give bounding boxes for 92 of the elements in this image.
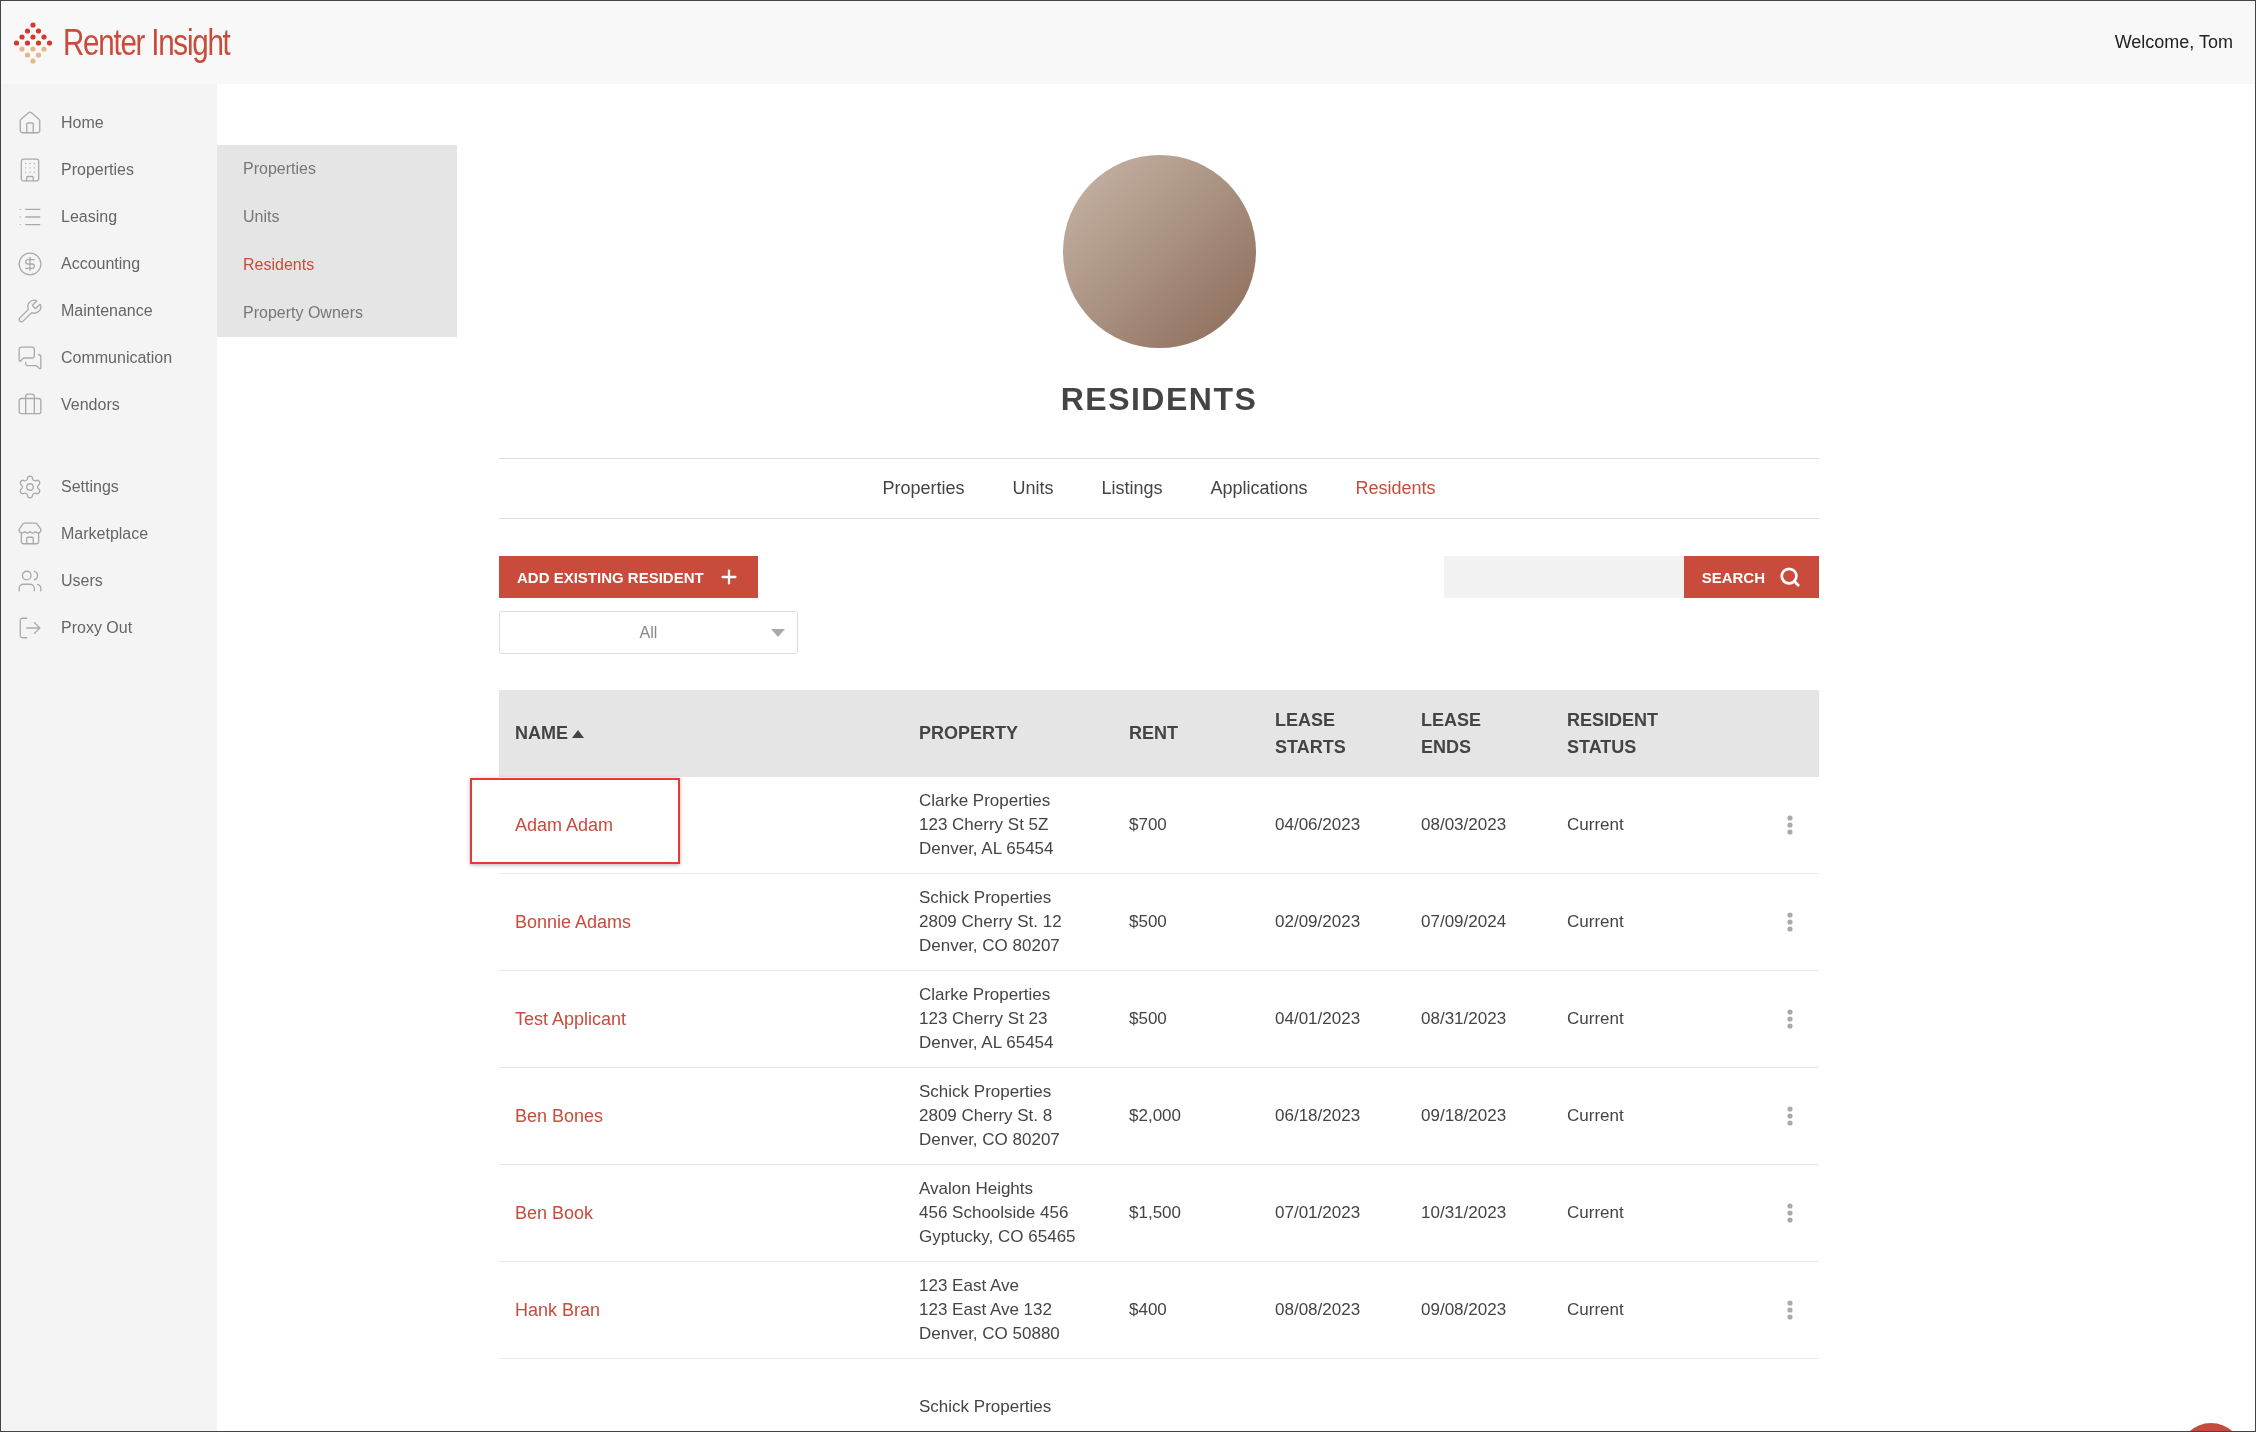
rent-cell-text: $400 bbox=[1129, 1298, 1168, 1321]
kebab-icon bbox=[1787, 1009, 1793, 1029]
status-cell-text: Current bbox=[1567, 1298, 1625, 1321]
sidebar-item[interactable]: Accounting bbox=[1, 240, 217, 287]
submenu-item[interactable]: Units bbox=[217, 193, 457, 241]
status-cell-text: Current bbox=[1567, 1007, 1625, 1030]
kebab-icon bbox=[1787, 815, 1793, 835]
lease-end-cell-text: 09/08/2023 bbox=[1421, 1298, 1508, 1321]
tab[interactable]: Listings bbox=[1101, 478, 1163, 499]
search-field[interactable] bbox=[1443, 556, 1684, 598]
property-cell-text: Schick Properties 2809 Cherry St. 12 Denver, CO 80207 bbox=[919, 886, 1063, 958]
property-cell-text: 123 East Ave 123 East Ave 132 Denver, CO 50880 bbox=[919, 1274, 1061, 1346]
sidebar-item[interactable]: Marketplace bbox=[1, 510, 217, 557]
lease-start-cell-text: 08/08/2023 bbox=[1275, 1298, 1362, 1321]
property-cell-text: Schick Properties 2809 Cherry St. 8 Denver, CO 80207 bbox=[919, 1080, 1061, 1152]
sidebar-item[interactable]: Leasing bbox=[1, 193, 217, 240]
column-header: PROPERTY bbox=[919, 722, 1020, 745]
rent-cell-text: $700 bbox=[1129, 813, 1168, 836]
logo-icon bbox=[13, 20, 53, 65]
column-header[interactable]: NAME bbox=[499, 720, 919, 747]
caret-icon bbox=[771, 629, 785, 637]
rent-cell-text: $1,500 bbox=[1129, 1201, 1182, 1224]
search-button[interactable]: SEARCH bbox=[1683, 556, 1819, 598]
resident-name-link[interactable]: Adam Adam bbox=[515, 814, 614, 836]
kebab-icon bbox=[1787, 912, 1793, 932]
lease-end-cell-text: 08/31/2023 bbox=[1421, 1007, 1508, 1030]
sidebar-item[interactable]: Home bbox=[1, 99, 217, 146]
home-icon bbox=[17, 109, 43, 136]
lease-start-cell-text: 06/18/2023 bbox=[1275, 1104, 1362, 1127]
add-resident-button[interactable]: ADD EXISTING RESIDENT bbox=[499, 556, 758, 598]
lease-end-cell-text: 10/31/2023 bbox=[1421, 1201, 1508, 1224]
kebab-icon bbox=[1787, 1106, 1793, 1126]
lease-start-cell-text: 04/01/2023 bbox=[1275, 1007, 1362, 1030]
gear-icon bbox=[17, 473, 43, 500]
property-cell-text: Clarke Properties 123 Cherry St 23 Denver, AL 65454 bbox=[919, 983, 1055, 1055]
chat-icon bbox=[17, 344, 43, 371]
resident-name-link[interactable]: Hank Bran bbox=[515, 1299, 601, 1321]
tab[interactable]: Residents bbox=[1355, 478, 1436, 499]
property-cell-text: Clarke Properties 123 Cherry St 5Z Denver, AL 65454 bbox=[919, 789, 1055, 861]
tab[interactable]: Units bbox=[1012, 478, 1054, 499]
sidebar-item[interactable]: Properties bbox=[1, 146, 217, 193]
page-title: RESIDENTS bbox=[1059, 381, 1259, 418]
sidebar-item[interactable]: Communication bbox=[1, 334, 217, 381]
lease-start-cell-text: 02/09/2023 bbox=[1275, 910, 1362, 933]
dollar-icon bbox=[17, 250, 43, 277]
status-cell-text: Current bbox=[1567, 1104, 1625, 1127]
more-options-button[interactable] bbox=[1787, 815, 1793, 835]
logo-text: Renter Insight bbox=[63, 21, 230, 64]
kebab-icon bbox=[1787, 1203, 1793, 1223]
resident-name-link[interactable]: Ben Book bbox=[515, 1202, 594, 1224]
sidebar-item[interactable]: Users bbox=[1, 557, 217, 604]
kebab-icon bbox=[1787, 1300, 1793, 1320]
column-header: RENT bbox=[1129, 722, 1179, 745]
sort-caret-icon bbox=[572, 729, 584, 738]
more-options-button[interactable] bbox=[1787, 1009, 1793, 1029]
column-header: RESIDENT STATUS bbox=[1567, 708, 1659, 759]
column-header: LEASE ENDS bbox=[1421, 708, 1482, 759]
more-options-button[interactable] bbox=[1787, 912, 1793, 932]
more-options-button[interactable] bbox=[1787, 1300, 1793, 1320]
rent-cell-text: $500 bbox=[1129, 1007, 1168, 1030]
resident-name-link[interactable]: Test Applicant bbox=[515, 1008, 627, 1030]
more-options-button[interactable] bbox=[1787, 1106, 1793, 1126]
lease-start-cell-text: 04/06/2023 bbox=[1275, 813, 1362, 836]
lease-end-cell-text: 08/03/2023 bbox=[1421, 813, 1508, 836]
sidebar-item[interactable]: Settings bbox=[1, 463, 217, 510]
sidebar-item[interactable]: Proxy Out bbox=[1, 604, 217, 651]
sidebar-item[interactable]: Vendors bbox=[1, 381, 217, 428]
filter-dropdown[interactable]: All bbox=[499, 611, 798, 654]
welcome-text: Welcome, Tom bbox=[2114, 32, 2233, 53]
rent-cell-text: $500 bbox=[1129, 910, 1168, 933]
lease-start-cell-text: 07/01/2023 bbox=[1275, 1201, 1362, 1224]
rent-cell-text: $2,000 bbox=[1129, 1104, 1182, 1127]
submenu-item[interactable]: Properties bbox=[217, 145, 457, 193]
status-cell-text: Current bbox=[1567, 813, 1625, 836]
more-options-button[interactable] bbox=[1787, 1203, 1793, 1223]
tab[interactable]: Properties bbox=[882, 478, 965, 499]
lease-end-cell-text: 07/09/2024 bbox=[1421, 910, 1508, 933]
submenu-item[interactable]: Property Owners bbox=[217, 289, 457, 337]
property-cell-text: Schick Properties bbox=[919, 1395, 1053, 1418]
store-icon bbox=[17, 520, 43, 547]
property-cell-text: Avalon Heights 456 Schoolside 456 Gyptucky, CO 65465 bbox=[919, 1177, 1077, 1249]
submenu-item[interactable]: Residents bbox=[217, 241, 457, 289]
status-cell-text: Current bbox=[1567, 910, 1625, 933]
status-cell-text: Current bbox=[1567, 1201, 1625, 1224]
tab[interactable]: Applications bbox=[1210, 478, 1308, 499]
search-icon bbox=[1779, 566, 1801, 588]
resident-name-link[interactable]: Ben Bones bbox=[515, 1105, 604, 1127]
column-header: LEASE STARTS bbox=[1275, 708, 1347, 759]
lease-end-cell-text: 09/18/2023 bbox=[1421, 1104, 1508, 1127]
wrench-icon bbox=[17, 297, 43, 324]
resident-name-link[interactable]: Bonnie Adams bbox=[515, 911, 632, 933]
sidebar-item[interactable]: Maintenance bbox=[1, 287, 217, 334]
